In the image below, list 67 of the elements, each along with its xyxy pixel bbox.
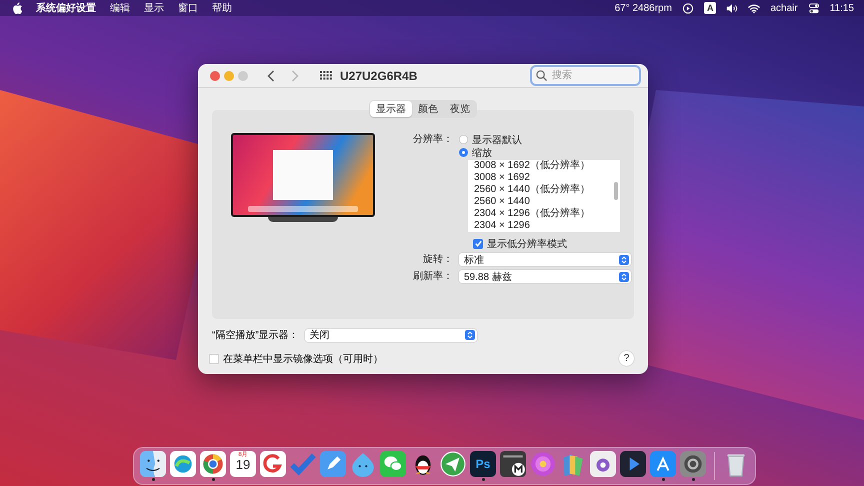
menu-item[interactable]: 帮助 — [212, 1, 232, 15]
airplay-display-dropdown[interactable]: 关闭 — [304, 328, 477, 342]
volume-icon[interactable] — [726, 2, 738, 14]
help-button[interactable]: ? — [619, 351, 634, 366]
tab[interactable]: 夜览 — [444, 101, 476, 117]
window-title: U27U2G6R4B — [340, 68, 418, 82]
resolution-list[interactable]: 3008 × 1692（低分辨率） 3008 × 1692 2560 × 1440（低分辨率） 2560 × 1440 2304 × 1296（低分辨率） 2304 × 1296 — [468, 160, 620, 232]
face-icon[interactable] — [140, 451, 166, 477]
list-item[interactable]: 2304 × 1296（低分辨率） — [474, 208, 620, 220]
checkbox[interactable] — [473, 238, 483, 248]
back-button[interactable] — [266, 68, 276, 82]
list-item[interactable]: 3008 × 1692（低分辨率） — [474, 160, 620, 172]
option-label[interactable]: 显示器默认 — [472, 132, 522, 146]
app-icon[interactable]: Ps — [470, 451, 496, 477]
up-down-arrows-icon — [464, 330, 475, 340]
pencil-icon[interactable] — [320, 451, 346, 477]
checkbox-label[interactable]: 显示低分辨率模式 — [487, 236, 567, 250]
menu-item[interactable]: 系统偏好设置 — [36, 1, 96, 15]
checkmark-icon — [474, 239, 482, 248]
menu-item[interactable]: 编辑 — [110, 1, 130, 15]
sensor-reading[interactable]: 67° 2486rpm — [614, 2, 672, 14]
up-down-arrows-icon — [619, 272, 629, 282]
wifi-icon[interactable] — [748, 2, 760, 14]
field-label: 分辨率： — [412, 133, 453, 147]
tab[interactable]: 颜色 — [412, 101, 444, 117]
checkbox[interactable] — [209, 354, 219, 364]
toggle-switches-icon[interactable] — [808, 2, 820, 14]
list-item[interactable]: 2304 × 1296 — [474, 220, 620, 232]
search-field[interactable]: 搜索 — [530, 65, 641, 86]
letter-g-icon[interactable] — [260, 451, 286, 477]
chevron-right-icon — [291, 70, 299, 82]
radio-button[interactable] — [459, 135, 468, 144]
chat-bubbles-icon[interactable] — [380, 451, 406, 477]
scrollbar-thumb[interactable] — [614, 182, 618, 200]
play-circle-icon[interactable] — [682, 2, 694, 14]
grid-icon[interactable] — [320, 71, 332, 80]
list-item[interactable]: 2560 × 1440 — [474, 196, 620, 208]
option-label[interactable]: 缩放 — [472, 146, 492, 160]
menu-item[interactable]: 显示 — [144, 1, 164, 15]
paper-plane-icon[interactable] — [440, 451, 466, 477]
input-source-indicator[interactable]: A — [704, 2, 716, 14]
refresh-rate-dropdown[interactable]: 59.88 赫兹 — [459, 270, 631, 283]
list-item[interactable]: 2560 × 1440（低分辨率） — [474, 184, 620, 196]
letter-a-icon[interactable] — [650, 451, 676, 477]
camera-lens-icon[interactable] — [590, 451, 616, 477]
field-label: 刷新率： — [412, 270, 453, 284]
field-label: 旋转： — [422, 253, 453, 267]
user-name[interactable]: achair — [770, 2, 798, 14]
chevron-left-icon — [267, 70, 275, 82]
checkmark-icon[interactable] — [290, 451, 316, 477]
terminal-window-icon[interactable] — [500, 451, 526, 477]
clock-time[interactable]: 11:15 — [830, 2, 854, 14]
apple-logo-icon[interactable] — [12, 2, 22, 14]
checkbox-label[interactable]: 在菜单栏中显示镜像选项（可用时） — [223, 352, 383, 366]
rotation-dropdown[interactable]: 标准 — [459, 253, 631, 266]
menu-item[interactable]: 窗口 — [178, 1, 198, 15]
search-icon — [536, 70, 547, 81]
field-label: “隔空播放”显示器： — [212, 328, 299, 342]
ring-icon[interactable] — [200, 451, 226, 477]
close-button[interactable] — [210, 70, 220, 80]
gear-icon[interactable] — [680, 451, 706, 477]
tab[interactable]: 显示器 — [370, 101, 412, 117]
up-down-arrows-icon — [619, 254, 629, 264]
radio-button[interactable] — [459, 148, 468, 157]
play-icon[interactable] — [620, 451, 646, 477]
list-item[interactable]: 3008 × 1692 — [474, 172, 620, 184]
wave-swirl-icon[interactable] — [170, 451, 196, 477]
